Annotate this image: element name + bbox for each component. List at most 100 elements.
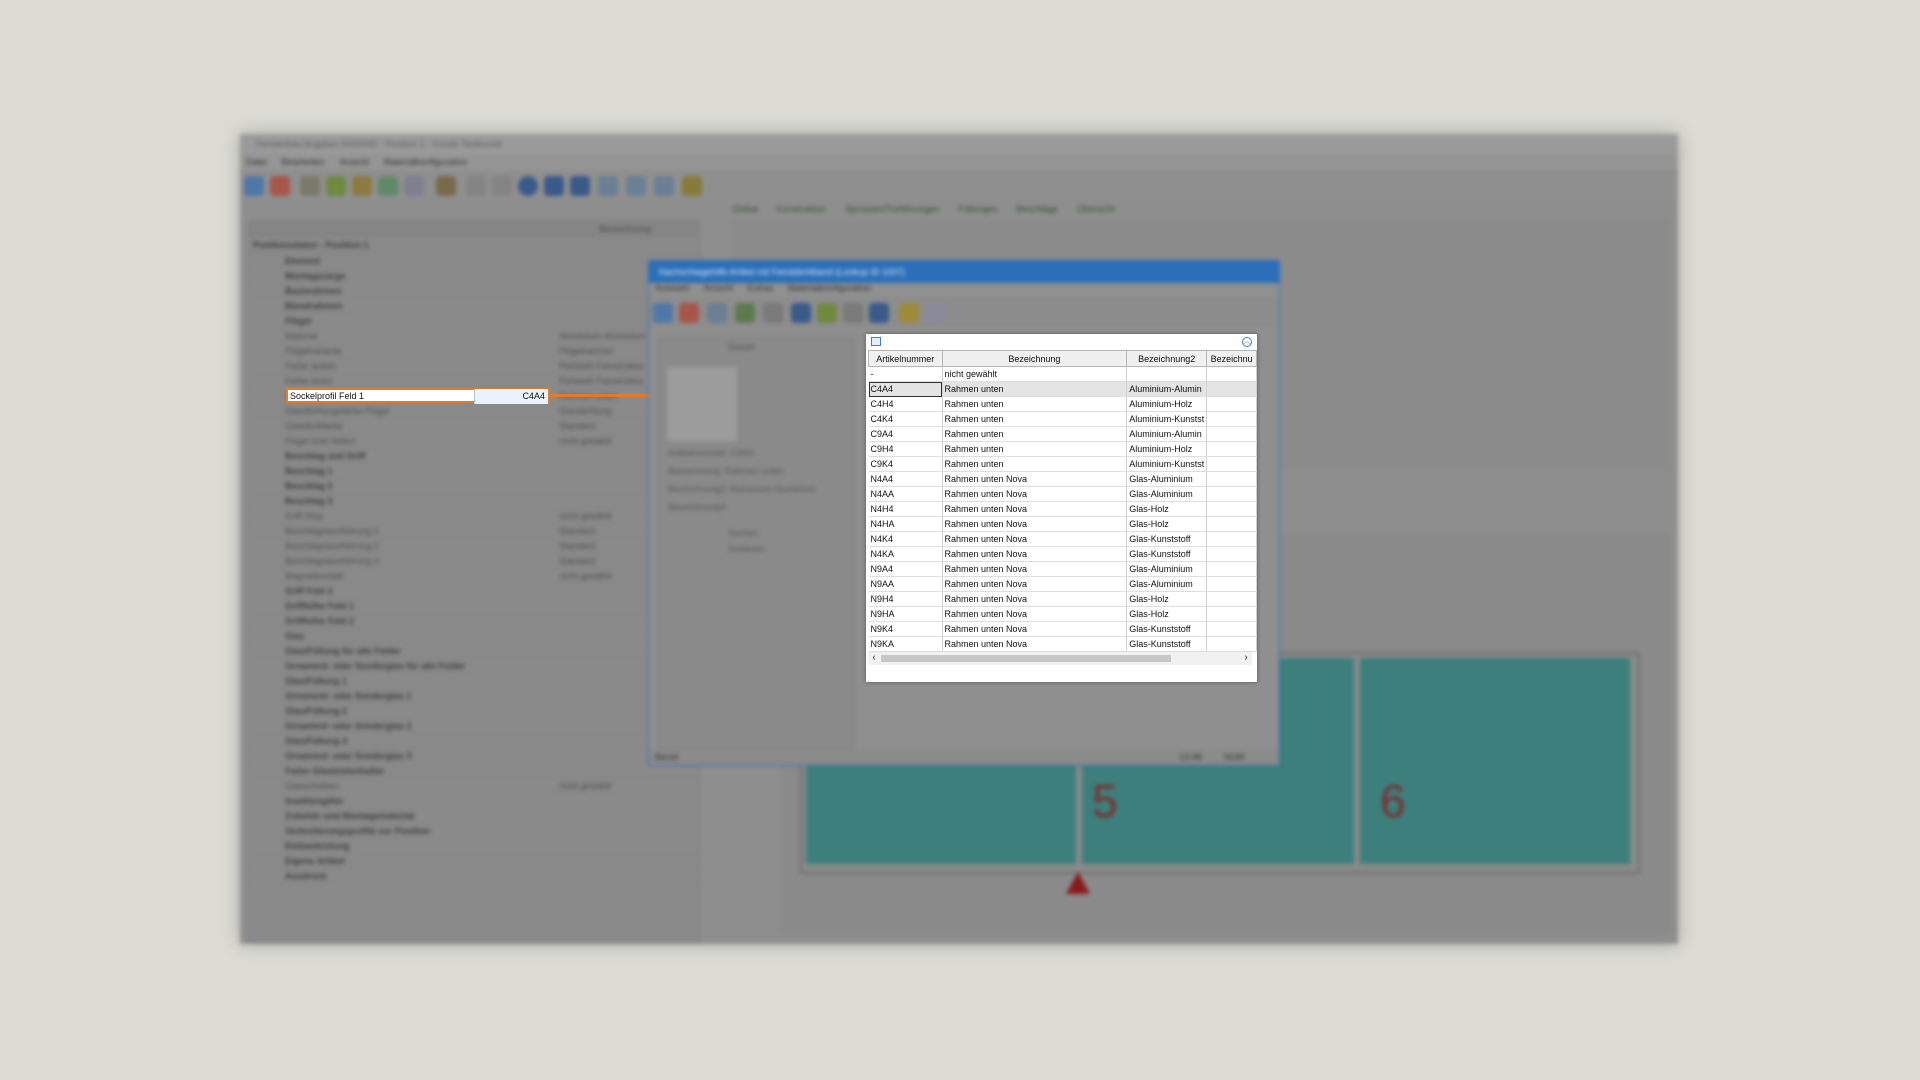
property-row[interactable]: Glas/Füllung 3	[249, 733, 699, 749]
save-icon[interactable]	[791, 303, 811, 323]
cell-description-3[interactable]	[1206, 471, 1257, 487]
cell-description-2[interactable]: Aluminium-Kunstst	[1126, 456, 1208, 472]
cell-article-number[interactable]: C9A4	[868, 426, 943, 442]
cell-description-2[interactable]: Aluminium-Kunstst	[1126, 411, 1208, 427]
scroll-right-icon[interactable]: ›	[1240, 652, 1252, 665]
cell-description[interactable]: Rahmen unten Nova	[942, 546, 1128, 562]
cell-description-3[interactable]	[1206, 426, 1257, 442]
property-row[interactable]: Flügel lose liefern nicht gewählt	[249, 433, 699, 449]
cell-description-3[interactable]	[1206, 531, 1257, 547]
property-row[interactable]: Ornament- oder Sonderglas für alle Felde…	[249, 658, 699, 674]
lookup-row[interactable]: C9A4 Rahmen unten Aluminium-Alumin	[868, 426, 1257, 442]
grid-layout-icon[interactable]	[871, 337, 881, 346]
column-header-description-3[interactable]: Bezeichnu	[1206, 350, 1257, 367]
lookup-row[interactable]: N4KA Rahmen unten Nova Glas-Kunststoff	[868, 546, 1257, 562]
cell-description-2[interactable]: Glas-Kunststoff	[1126, 636, 1208, 652]
property-row[interactable]: Zubehör und Montagematerial	[249, 808, 699, 824]
key-icon[interactable]	[682, 176, 702, 196]
lookup-row[interactable]: N4A4 Rahmen unten Nova Glas-Aluminium	[868, 471, 1257, 487]
cell-description[interactable]: Rahmen unten Nova	[942, 561, 1128, 577]
property-row[interactable]: Beschlag 2	[249, 478, 699, 494]
cell-description-3[interactable]	[1206, 546, 1257, 562]
cell-description-3[interactable]	[1206, 396, 1257, 412]
cell-description-2[interactable]: Glas-Kunststoff	[1126, 531, 1208, 547]
lookup-row[interactable]: N9A4 Rahmen unten Nova Glas-Aluminium	[868, 561, 1257, 577]
tab-global[interactable]: Global	[732, 204, 758, 214]
cell-description-3[interactable]	[1206, 441, 1257, 457]
cell-article-number[interactable]: N4AA	[868, 486, 943, 502]
lookup-row[interactable]: N4H4 Rahmen unten Nova Glas-Holz	[868, 501, 1257, 517]
cell-description-2[interactable]: Glas-Holz	[1126, 501, 1208, 517]
record-icon[interactable]	[518, 176, 538, 196]
column-header-description[interactable]: Bezeichnung	[941, 350, 1128, 367]
cell-article-number[interactable]: N9A4	[868, 561, 943, 577]
pieces-icon[interactable]	[378, 176, 398, 196]
property-row[interactable]: Verbreiterungsprofile zur Position	[249, 823, 699, 839]
cell-description-3[interactable]	[1206, 561, 1257, 577]
image-icon[interactable]	[735, 303, 755, 323]
property-row[interactable]: Beschlag 1	[249, 463, 699, 479]
cell-description[interactable]: Rahmen unten Nova	[942, 591, 1128, 607]
cell-description-3[interactable]	[1206, 501, 1257, 517]
property-row[interactable]: Glas/Füllung 1	[249, 673, 699, 689]
cell-description-2[interactable]: Glas-Aluminium	[1126, 561, 1208, 577]
tab-infills[interactable]: Füllungen	[958, 204, 998, 214]
lookup-row[interactable]: C9H4 Rahmen unten Aluminium-Holz	[868, 441, 1257, 457]
cell-article-number[interactable]: N9KA	[868, 636, 943, 652]
cell-article-number[interactable]: N4H4	[868, 501, 943, 517]
lookup-row[interactable]: N9AA Rahmen unten Nova Glas-Aluminium	[868, 576, 1257, 592]
property-row[interactable]: Ornament- oder Sonderglas 2	[249, 718, 699, 734]
lookup-row[interactable]: N9H4 Rahmen unten Nova Glas-Holz	[868, 591, 1257, 607]
document-icon[interactable]	[925, 303, 945, 323]
property-row[interactable]: Flügelvariante Flügelrahmen	[249, 343, 699, 359]
property-row[interactable]: Beschlagsausführung 2 Standard	[249, 538, 699, 554]
cell-description[interactable]: Rahmen unten Nova	[942, 621, 1128, 637]
first-record-icon[interactable]	[466, 176, 486, 196]
lookup-row[interactable]: C9K4 Rahmen unten Aluminium-Kunstst	[868, 456, 1257, 472]
cell-description-3[interactable]	[1206, 366, 1257, 382]
tab-overview[interactable]: Übersicht	[1077, 204, 1115, 214]
scrollbar-thumb[interactable]	[881, 655, 1171, 662]
cell-description-3[interactable]	[1206, 486, 1257, 502]
property-row[interactable]: Ornament- oder Sonderglas 3	[249, 748, 699, 764]
lookup-row[interactable]: C4A4 Rahmen unten Aluminium-Alumin	[868, 381, 1257, 397]
grid-icon[interactable]	[598, 176, 618, 196]
property-row[interactable]: Insektengitter	[249, 793, 699, 809]
property-row[interactable]: Farbe Glasleistenhalter	[249, 763, 699, 779]
pen-icon[interactable]	[352, 176, 372, 196]
property-row[interactable]: Glas/Füllung 2	[249, 703, 699, 719]
menu-file[interactable]: Datei	[246, 157, 267, 167]
cell-description[interactable]: Rahmen unten	[942, 456, 1128, 472]
property-row[interactable]: Einbauleistung	[249, 838, 699, 854]
cell-description[interactable]: Rahmen unten Nova	[942, 516, 1128, 532]
cell-description-3[interactable]	[1206, 456, 1257, 472]
dialog-menu-material[interactable]: Materialkonfiguration	[788, 283, 872, 293]
search-section[interactable]: Suchen	[728, 528, 759, 538]
cell-description[interactable]: Rahmen unten Nova	[942, 471, 1128, 487]
tab-muntins[interactable]: Sprossen/Türführungen	[845, 204, 940, 214]
column-header-description-2[interactable]: Bezeichnung2	[1126, 350, 1208, 367]
property-row[interactable]: Griff-Stop nicht gewählt	[249, 508, 699, 524]
cell-description[interactable]: Rahmen unten	[942, 381, 1128, 397]
window-icon[interactable]	[626, 176, 646, 196]
cell-article-number[interactable]: C9K4	[868, 456, 943, 472]
lookup-row[interactable]: N9KA Rahmen unten Nova Glas-Kunststoff	[868, 636, 1257, 652]
cell-description[interactable]: Rahmen unten Nova	[942, 486, 1128, 502]
property-row[interactable]: Glasdichtfarbe Standard	[249, 418, 699, 434]
property-row[interactable]: Flügel	[249, 313, 699, 329]
lookup-row[interactable]: C4H4 Rahmen unten Aluminium-Holz	[868, 396, 1257, 412]
cell-description-3[interactable]	[1206, 636, 1257, 652]
tab-hardware[interactable]: Beschläge	[1016, 204, 1058, 214]
table-view-icon[interactable]	[707, 303, 727, 323]
property-row[interactable]: Blendrahmen	[249, 298, 699, 314]
tab-construction[interactable]: Konstruktion	[777, 204, 827, 214]
cell-description[interactable]: nicht gewählt	[942, 366, 1128, 382]
cell-description-3[interactable]	[1206, 621, 1257, 637]
property-row[interactable]: Material Aluminium-Aluminium	[249, 328, 699, 344]
shield-icon[interactable]	[869, 303, 889, 323]
cell-description[interactable]: Rahmen unten	[942, 441, 1128, 457]
cell-description-3[interactable]	[1206, 606, 1257, 622]
cell-description-2[interactable]	[1126, 366, 1208, 382]
cell-description-3[interactable]	[1206, 591, 1257, 607]
cell-description[interactable]: Rahmen unten Nova	[942, 636, 1128, 652]
